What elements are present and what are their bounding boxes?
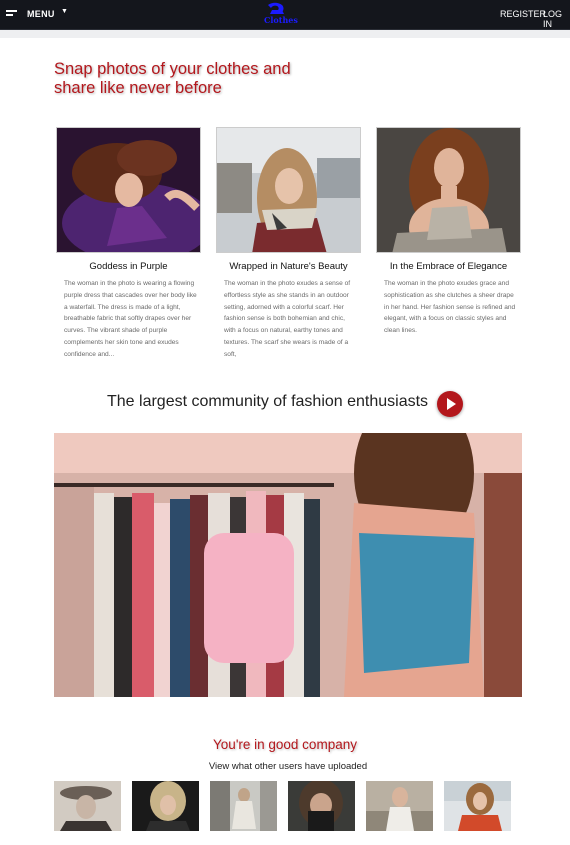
card-photo[interactable] bbox=[56, 127, 201, 253]
nav-subbar bbox=[0, 30, 570, 38]
card-caption: Wrapped in Nature's Beauty bbox=[229, 261, 348, 272]
user-upload-thumbnail[interactable] bbox=[54, 781, 121, 831]
user-upload-thumbnail[interactable] bbox=[210, 781, 277, 831]
user-upload-thumbnail[interactable] bbox=[288, 781, 355, 831]
card-description: The woman in the photo exudes grace and … bbox=[384, 280, 516, 335]
good-company-subheading: View what other users have uploaded bbox=[208, 761, 368, 772]
card-photo[interactable] bbox=[216, 127, 361, 253]
top-navbar: MENU ▼ Clothes REGISTER LOG IN bbox=[0, 0, 570, 30]
card-caption: In the Embrace of Elegance bbox=[389, 261, 508, 272]
good-company-heading: You're in good company bbox=[213, 737, 357, 752]
card-photo[interactable] bbox=[376, 127, 521, 253]
user-upload-thumbnail[interactable] bbox=[444, 781, 511, 831]
feature-photo bbox=[54, 433, 522, 697]
register-link[interactable]: REGISTER bbox=[500, 9, 546, 19]
hamburger-icon[interactable] bbox=[6, 10, 17, 18]
photo-card[interactable]: Wrapped in Nature's Beauty The woman in … bbox=[216, 127, 361, 361]
card-description: The woman in the photo exudes a sense of… bbox=[224, 280, 351, 358]
card-caption: Goddess in Purple bbox=[89, 261, 168, 272]
hero-title: Snap photos of your clothes and share li… bbox=[54, 60, 291, 97]
caret-down-icon[interactable]: ▼ bbox=[61, 8, 68, 15]
photo-card[interactable]: Goddess in Purple The woman in the photo… bbox=[56, 127, 201, 361]
user-upload-thumbnail[interactable] bbox=[132, 781, 199, 831]
user-upload-thumbnail[interactable] bbox=[366, 781, 433, 831]
login-link[interactable]: LOG IN bbox=[543, 9, 570, 29]
community-heading: The largest community of fashion enthusi… bbox=[107, 393, 429, 410]
card-description: The woman in the photo is wearing a flow… bbox=[64, 280, 197, 358]
play-icon[interactable] bbox=[437, 391, 463, 417]
photo-card[interactable]: In the Embrace of Elegance The woman in … bbox=[376, 127, 521, 337]
logo-text[interactable]: Clothes bbox=[264, 15, 298, 25]
menu-button[interactable]: MENU bbox=[27, 9, 55, 19]
